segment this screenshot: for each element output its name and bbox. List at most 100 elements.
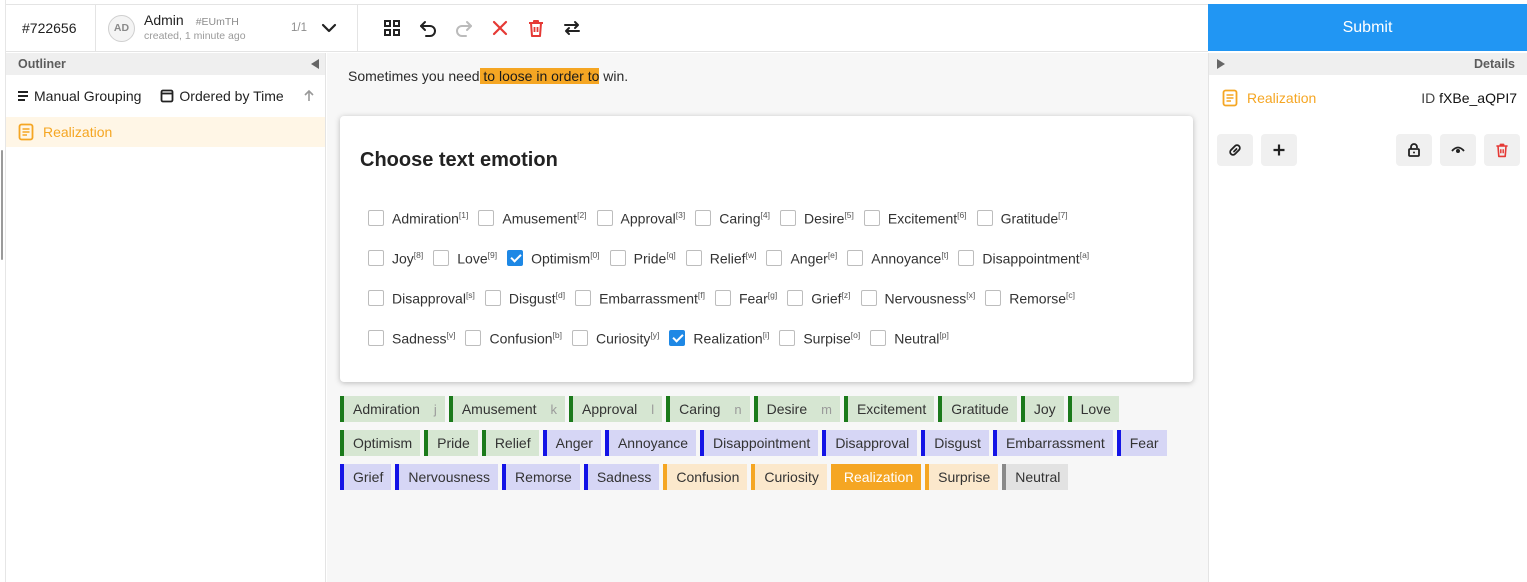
checkbox[interactable] xyxy=(870,330,887,346)
choice-confusion[interactable]: Confusion[b] xyxy=(465,330,562,346)
checkbox[interactable] xyxy=(787,290,804,306)
label-disapproval[interactable]: Disapproval xyxy=(822,430,918,456)
label-anger[interactable]: Anger xyxy=(542,430,601,456)
add-button[interactable] xyxy=(1261,134,1297,166)
ordering-toggle[interactable]: Ordered by Time xyxy=(159,88,284,104)
annotated-text[interactable]: Sometimes you need to loose in order to … xyxy=(348,68,628,84)
delete-annotation-button[interactable] xyxy=(518,10,554,46)
checkbox[interactable] xyxy=(507,250,524,266)
grouping-toggle[interactable]: Manual Grouping xyxy=(16,88,141,104)
label-neutral[interactable]: Neutral xyxy=(1002,464,1069,490)
label-fear[interactable]: Fear xyxy=(1116,430,1167,456)
choice-anger[interactable]: Anger[e] xyxy=(766,250,837,266)
checkbox[interactable] xyxy=(478,210,495,226)
lock-button[interactable] xyxy=(1396,134,1432,166)
choice-excitement[interactable]: Excitement[6] xyxy=(863,210,967,226)
label-amusement[interactable]: Amusement k xyxy=(448,396,566,422)
label-caring[interactable]: Caring n xyxy=(666,396,750,422)
reset-button[interactable] xyxy=(482,10,518,46)
choice-annoyance[interactable]: Annoyance[t] xyxy=(847,250,948,266)
checkbox[interactable] xyxy=(779,330,796,346)
checkbox[interactable] xyxy=(985,290,1002,306)
choice-admiration[interactable]: Admiration[1] xyxy=(368,210,468,226)
undo-button[interactable] xyxy=(410,10,446,46)
choice-joy[interactable]: Joy[8] xyxy=(368,250,423,266)
checkbox[interactable] xyxy=(609,250,626,266)
label-sadness[interactable]: Sadness xyxy=(583,464,660,490)
label-surprise[interactable]: Surprise xyxy=(925,464,999,490)
checkbox[interactable] xyxy=(368,210,384,226)
label-curiosity[interactable]: Curiosity xyxy=(751,464,827,490)
choice-curiosity[interactable]: Curiosity[y] xyxy=(571,330,659,346)
region-item[interactable]: Realization xyxy=(6,117,325,147)
checkbox[interactable] xyxy=(433,250,450,266)
label-relief[interactable]: Relief xyxy=(481,430,539,456)
label-annoyance[interactable]: Annoyance xyxy=(604,430,697,456)
collapse-right-icon[interactable] xyxy=(1217,59,1225,69)
label-optimism[interactable]: Optimism xyxy=(340,430,421,456)
checkbox[interactable] xyxy=(465,330,482,346)
checkbox[interactable] xyxy=(714,290,731,306)
link-button[interactable] xyxy=(1217,134,1253,166)
checkbox[interactable] xyxy=(596,210,613,226)
choice-realization[interactable]: Realization[i] xyxy=(669,330,769,346)
choice-caring[interactable]: Caring[4] xyxy=(695,210,770,226)
choice-approval[interactable]: Approval[3] xyxy=(596,210,685,226)
label-embarrassment[interactable]: Embarrassment xyxy=(992,430,1113,456)
checkbox[interactable] xyxy=(669,330,686,346)
choice-fear[interactable]: Fear[g] xyxy=(714,290,777,306)
checkbox[interactable] xyxy=(368,250,384,266)
label-nervousness[interactable]: Nervousness xyxy=(395,464,499,490)
annotation-selector[interactable]: AD Admin #EUmTH created, 1 minute ago 1/1 xyxy=(96,5,358,51)
checkbox[interactable] xyxy=(484,290,501,306)
checkbox[interactable] xyxy=(958,250,975,266)
checkbox[interactable] xyxy=(368,290,384,306)
label-love[interactable]: Love xyxy=(1067,396,1119,422)
choice-disgust[interactable]: Disgust[d] xyxy=(484,290,565,306)
grid-button[interactable] xyxy=(374,10,410,46)
choice-disapproval[interactable]: Disapproval[s] xyxy=(368,290,475,306)
choice-grief[interactable]: Grief[z] xyxy=(787,290,851,306)
choice-embarrassment[interactable]: Embarrassment[f] xyxy=(575,290,705,306)
visibility-button[interactable] xyxy=(1440,134,1476,166)
checkbox[interactable] xyxy=(779,210,796,226)
choice-pride[interactable]: Pride[q] xyxy=(609,250,676,266)
collapse-left-icon[interactable] xyxy=(311,59,319,69)
choice-disappointment[interactable]: Disappointment[a] xyxy=(958,250,1089,266)
swap-button[interactable] xyxy=(554,10,590,46)
choice-amusement[interactable]: Amusement[2] xyxy=(478,210,587,226)
label-realization[interactable]: Realization xyxy=(830,464,922,490)
choice-nervousness[interactable]: Nervousness[x] xyxy=(860,290,975,306)
label-admiration[interactable]: Admiration j xyxy=(340,396,445,422)
choice-neutral[interactable]: Neutral[p] xyxy=(870,330,949,346)
label-joy[interactable]: Joy xyxy=(1020,396,1064,422)
label-desire[interactable]: Desire m xyxy=(753,396,840,422)
label-confusion[interactable]: Confusion xyxy=(663,464,748,490)
sort-arrow-up-icon[interactable] xyxy=(302,89,316,103)
label-grief[interactable]: Grief xyxy=(340,464,392,490)
checkbox[interactable] xyxy=(695,210,712,226)
submit-button[interactable]: Submit xyxy=(1208,4,1527,51)
choice-relief[interactable]: Relief[w] xyxy=(685,250,756,266)
checkbox[interactable] xyxy=(575,290,592,306)
checkbox[interactable] xyxy=(571,330,588,346)
chevron-down-icon[interactable] xyxy=(319,18,339,38)
checkbox[interactable] xyxy=(976,210,993,226)
choice-sadness[interactable]: Sadness[v] xyxy=(368,330,455,346)
choice-gratitude[interactable]: Gratitude[7] xyxy=(976,210,1068,226)
label-gratitude[interactable]: Gratitude xyxy=(938,396,1017,422)
label-excitement[interactable]: Excitement xyxy=(843,396,935,422)
label-approval[interactable]: Approval l xyxy=(569,396,663,422)
checkbox[interactable] xyxy=(847,250,864,266)
label-pride[interactable]: Pride xyxy=(424,430,478,456)
label-disappointment[interactable]: Disappointment xyxy=(700,430,819,456)
delete-region-button[interactable] xyxy=(1484,134,1520,166)
choice-optimism[interactable]: Optimism[0] xyxy=(507,250,600,266)
redo-button[interactable] xyxy=(446,10,482,46)
choice-remorse[interactable]: Remorse[c] xyxy=(985,290,1075,306)
text-highlight[interactable]: to loose in order to xyxy=(479,68,600,84)
choice-desire[interactable]: Desire[5] xyxy=(779,210,854,226)
checkbox[interactable] xyxy=(863,210,880,226)
choice-love[interactable]: Love[9] xyxy=(433,250,497,266)
label-remorse[interactable]: Remorse xyxy=(502,464,580,490)
